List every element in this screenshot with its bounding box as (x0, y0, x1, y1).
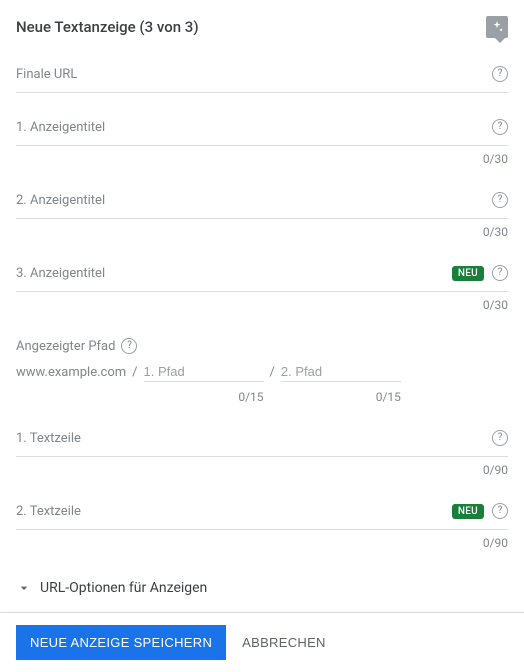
headline2-counter: 0/30 (16, 225, 508, 239)
path1-counter: 0/15 (144, 390, 264, 404)
page-title: Neue Textanzeige (3 von 3) (16, 18, 199, 36)
headline3-counter: 0/30 (16, 298, 508, 312)
headline2-input[interactable] (16, 218, 508, 219)
description2-counter: 0/90 (16, 536, 508, 550)
path1-input[interactable] (144, 362, 264, 382)
help-icon[interactable]: ? (492, 192, 508, 208)
ideas-icon[interactable] (486, 16, 508, 38)
footer-actions: NEUE ANZEIGE SPEICHERN ABBRECHEN (0, 612, 524, 672)
help-icon[interactable]: ? (492, 503, 508, 519)
headline1-input[interactable] (16, 145, 508, 146)
display-path-label: Angezeigter Pfad (16, 339, 115, 354)
headline1-label: 1. Anzeigentitel (16, 120, 492, 135)
help-icon[interactable]: ? (492, 66, 508, 82)
help-icon[interactable]: ? (492, 430, 508, 446)
help-icon[interactable]: ? (121, 338, 137, 354)
url-options-label: URL-Optionen für Anzeigen (40, 580, 207, 596)
path-base-url: www.example.com (16, 365, 126, 380)
description1-input[interactable] (16, 456, 508, 457)
final-url-label: Finale URL (16, 67, 492, 82)
description1-counter: 0/90 (16, 463, 508, 477)
headline1-field: 1. Anzeigentitel ? 0/30 (16, 119, 508, 166)
final-url-field: Finale URL ? (16, 66, 508, 93)
path-separator: / (132, 365, 137, 380)
new-badge: NEU (452, 266, 484, 281)
new-badge: NEU (452, 504, 484, 519)
headline1-counter: 0/30 (16, 152, 508, 166)
headline2-label: 2. Anzeigentitel (16, 193, 492, 208)
description2-field: 2. Textzeile NEU ? 0/90 (16, 503, 508, 550)
help-icon[interactable]: ? (492, 119, 508, 135)
cancel-button[interactable]: ABBRECHEN (242, 635, 326, 650)
help-icon[interactable]: ? (492, 265, 508, 281)
editor-header: Neue Textanzeige (3 von 3) (16, 16, 508, 38)
headline3-label: 3. Anzeigentitel (16, 266, 452, 281)
url-options-expander[interactable]: URL-Optionen für Anzeigen (16, 576, 508, 612)
save-button[interactable]: NEUE ANZEIGE SPEICHERN (16, 625, 226, 660)
headline3-input[interactable] (16, 291, 508, 292)
headline3-field: 3. Anzeigentitel NEU ? 0/30 (16, 265, 508, 312)
description2-label: 2. Textzeile (16, 504, 452, 519)
display-path-section: Angezeigter Pfad ? www.example.com / 0/1… (16, 338, 508, 404)
description1-field: 1. Textzeile ? 0/90 (16, 430, 508, 477)
description2-input[interactable] (16, 529, 508, 530)
path2-counter: 0/15 (281, 390, 401, 404)
headline2-field: 2. Anzeigentitel ? 0/30 (16, 192, 508, 239)
description1-label: 1. Textzeile (16, 431, 492, 446)
path2-input[interactable] (281, 362, 401, 382)
chevron-down-icon (16, 580, 32, 596)
final-url-input[interactable] (16, 92, 508, 93)
path-separator: / (270, 365, 275, 380)
